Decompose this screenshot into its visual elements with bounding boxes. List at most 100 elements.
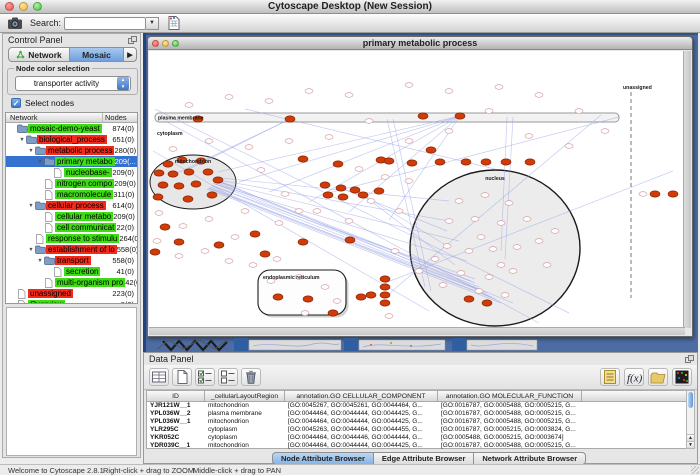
disclosure-triangle[interactable]: ▼ [18, 137, 26, 143]
disclosure-triangle[interactable]: ▼ [36, 159, 44, 165]
resize-grip[interactable] [691, 466, 699, 474]
network-node[interactable] [471, 217, 479, 222]
network-node[interactable] [350, 187, 360, 193]
network-node[interactable] [381, 175, 389, 180]
tree-row[interactable]: ▼cellular process614(0) [6, 200, 137, 211]
table-cell[interactable]: mitochondrion [205, 442, 285, 450]
network-node[interactable] [345, 93, 353, 98]
network-node[interactable] [158, 182, 168, 188]
column-header-2[interactable]: _cellularLayoutRegion [205, 391, 285, 402]
table-cell[interactable]: [GO:0045263, GO:0044464, GO:0044455, G..… [285, 426, 438, 434]
tree-row[interactable]: macromolecule311(0) [6, 189, 137, 200]
network-node[interactable] [601, 129, 609, 134]
network-node[interactable] [201, 249, 209, 254]
scroll-up-arrow[interactable]: ▲ [687, 434, 694, 441]
table-cell[interactable]: [GO:0005488, GO:0005215, GO:0003674] [438, 434, 582, 442]
table-cell[interactable]: [GO:0016787, GO:0005215, GO:0003824, G..… [438, 426, 582, 434]
network-node[interactable] [185, 103, 193, 108]
table-cell[interactable]: [GO:0016787, GO:0005488, GO:0005215, G..… [438, 442, 582, 450]
network-node[interactable] [535, 93, 543, 98]
network-node[interactable] [497, 221, 505, 226]
network-node[interactable] [489, 247, 497, 252]
attribute-table[interactable]: ID_cellularLayoutRegionannotation.GO CEL… [146, 390, 689, 449]
search-input[interactable] [64, 17, 146, 30]
network-node[interactable] [485, 109, 493, 114]
disclosure-triangle[interactable]: ▼ [36, 258, 44, 264]
float-panel-icon[interactable] [128, 36, 137, 44]
network-node[interactable] [385, 314, 393, 319]
network-node[interactable] [295, 209, 303, 214]
table-cell[interactable]: YKR052C [147, 434, 205, 442]
network-node[interactable] [509, 269, 517, 274]
tree-row[interactable]: ▼primary metabo209(... [6, 156, 137, 167]
network-node[interactable] [435, 159, 445, 165]
table-cell[interactable]: YPL036W__1 [147, 418, 205, 426]
network-node[interactable] [154, 170, 164, 176]
network-node[interactable] [405, 179, 413, 184]
column-header-3[interactable]: annotation.GO CELLULAR_COMPONENT [285, 391, 438, 402]
column-header-4[interactable]: annotation.GO MOLECULAR_FUNCTION [438, 391, 582, 402]
table-cell[interactable]: YLR295C [147, 426, 205, 434]
network-node[interactable] [525, 159, 535, 165]
network-node[interactable] [443, 244, 451, 249]
table-cell[interactable]: cytoplasm [205, 426, 285, 434]
network-node[interactable] [380, 276, 390, 282]
tree-column-nodes[interactable]: Nodes [103, 113, 137, 122]
network-node[interactable] [482, 300, 492, 306]
table-cell[interactable]: [GO:0016787, GO:0005488, GO:0005215, G..… [438, 418, 582, 426]
table-cell[interactable]: mitochondrion [205, 402, 285, 410]
tree-row[interactable]: Overview8(0) [6, 299, 137, 304]
network-node[interactable] [191, 181, 201, 187]
table-scrollbar[interactable]: ▲ ▼ [686, 390, 695, 449]
table-cell[interactable]: [GO:0044464, GO:0044446, GO:0044444, G..… [285, 434, 438, 442]
table-cell[interactable]: mitochondrion [205, 418, 285, 426]
network-node[interactable] [183, 196, 193, 202]
network-node[interactable] [485, 275, 493, 280]
network-node[interactable] [203, 169, 213, 175]
tree-row[interactable]: nitrogen compo209(0) [6, 178, 137, 189]
network-node[interactable] [241, 209, 249, 214]
network-node[interactable] [415, 269, 423, 274]
network-node[interactable] [323, 192, 333, 198]
table-cell[interactable]: YDR039C__1 [147, 442, 205, 450]
network-node[interactable] [328, 310, 338, 316]
network-node[interactable] [367, 199, 375, 204]
disclosure-triangle[interactable]: ▼ [27, 148, 35, 154]
network-node[interactable] [551, 229, 559, 234]
network-node[interactable] [245, 145, 253, 150]
network-node[interactable] [298, 239, 308, 245]
network-node[interactable] [439, 283, 447, 288]
network-node[interactable] [391, 249, 399, 254]
network-node[interactable] [225, 259, 233, 264]
network-node[interactable] [175, 254, 183, 259]
tree-row[interactable]: multi-organism pro42(0) [6, 277, 137, 288]
network-node[interactable] [285, 139, 293, 144]
network-node[interactable] [153, 239, 161, 244]
network-node[interactable] [174, 183, 184, 189]
network-node[interactable] [213, 177, 223, 183]
network-node[interactable] [313, 209, 321, 214]
tree-column-network[interactable]: Network [6, 113, 103, 122]
tree-row[interactable]: ▼transport558(0) [6, 255, 137, 266]
tree-row[interactable]: unassigned223(0) [6, 288, 137, 299]
tree-row[interactable]: secretion41(0) [6, 266, 137, 277]
network-node[interactable] [163, 161, 173, 167]
network-node[interactable] [333, 299, 341, 304]
network-node[interactable] [405, 139, 413, 144]
network-node[interactable] [543, 263, 551, 268]
network-node[interactable] [501, 159, 511, 165]
vertical-scrollbar[interactable] [683, 51, 691, 328]
import-attributes-button[interactable] [648, 368, 668, 386]
network-node[interactable] [265, 99, 273, 104]
network-node[interactable] [418, 113, 428, 119]
trash-button[interactable] [241, 368, 261, 386]
horizontal-scrollbar[interactable] [149, 327, 685, 335]
network-node[interactable] [481, 159, 491, 165]
tree-row[interactable]: cell communicat22(0) [6, 222, 137, 233]
network-node[interactable] [495, 85, 503, 90]
network-node[interactable] [650, 191, 660, 197]
table-cell[interactable]: YJR121W__1 [147, 402, 205, 410]
network-node[interactable] [184, 169, 194, 175]
table-cell[interactable]: [GO:0016787, GO:0005488, GO:0005215, G..… [438, 402, 582, 410]
network-node[interactable] [298, 156, 308, 162]
